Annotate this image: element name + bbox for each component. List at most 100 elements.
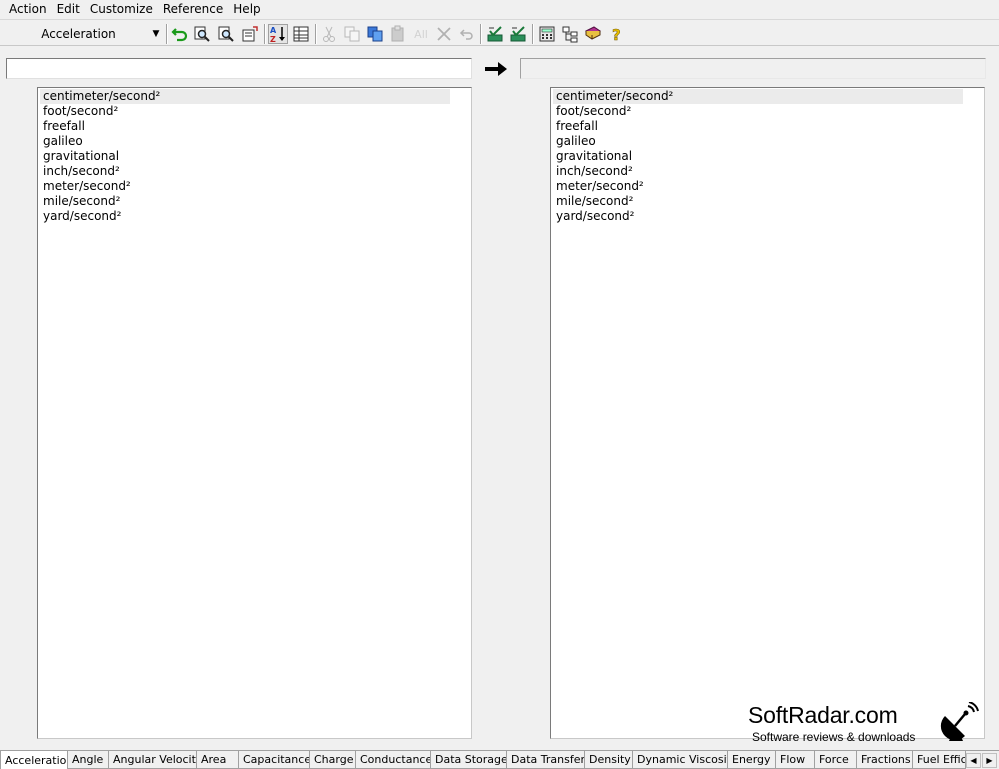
details-view-icon <box>293 26 309 42</box>
checklist-icon <box>487 26 503 42</box>
toolbar-separator <box>166 24 168 44</box>
tab-fuel-efficiency[interactable]: Fuel Effic <box>913 751 966 769</box>
details-view-button[interactable] <box>291 24 311 44</box>
list-item[interactable]: yard/second² <box>40 209 450 224</box>
from-unit-list[interactable]: centimeter/second² foot/second² freefall… <box>37 87 472 739</box>
tab-dynamic-viscosity[interactable]: Dynamic Viscosity <box>633 751 728 769</box>
tab-density[interactable]: Density <box>585 751 633 769</box>
toolbar-separator <box>480 24 482 44</box>
list-item[interactable]: yard/second² <box>553 209 963 224</box>
list-item[interactable]: galileo <box>553 134 963 149</box>
cut-button[interactable] <box>319 24 339 44</box>
help-button[interactable]: ? <box>606 24 626 44</box>
tree-button[interactable] <box>560 24 580 44</box>
paste-special-icon <box>367 26 383 42</box>
delete-button[interactable] <box>434 24 454 44</box>
paste-button[interactable] <box>388 24 408 44</box>
select-all-button[interactable]: All <box>411 24 431 44</box>
tab-charge[interactable]: Charge <box>310 751 356 769</box>
calculator-icon <box>539 26 555 42</box>
paste-icon <box>391 25 404 42</box>
toolbar-separator <box>315 24 317 44</box>
tab-angle[interactable]: Angle <box>68 751 109 769</box>
svg-text:A: A <box>270 26 277 35</box>
list-item[interactable]: meter/second² <box>40 179 450 194</box>
list-item[interactable]: freefall <box>553 119 963 134</box>
cut-icon <box>323 26 335 42</box>
menu-edit[interactable]: Edit <box>52 1 85 17</box>
toolbar-separator <box>532 24 534 44</box>
convert-button[interactable] <box>482 58 510 80</box>
find-button[interactable] <box>192 24 212 44</box>
list-item[interactable]: foot/second² <box>40 104 450 119</box>
menu-reference[interactable]: Reference <box>158 1 228 17</box>
tab-fractions[interactable]: Fractions <box>857 751 913 769</box>
right-arrow-icon <box>485 62 507 76</box>
from-value-input[interactable] <box>6 58 472 79</box>
tab-angular-velocity[interactable]: Angular Velocity <box>109 751 197 769</box>
list-item[interactable]: inch/second² <box>553 164 963 179</box>
satellite-dish-icon <box>940 702 979 741</box>
list-item[interactable]: mile/second² <box>553 194 963 209</box>
select-all-icon: All <box>414 27 428 41</box>
tab-data-transfer[interactable]: Data Transfer <box>507 751 585 769</box>
tabs: Acceleration Angle Angular Velocity Area… <box>0 751 966 769</box>
watermark-subtitle: Software reviews & downloads <box>752 730 916 744</box>
menu-action[interactable]: Action <box>0 1 52 17</box>
list-item[interactable]: mile/second² <box>40 194 450 209</box>
chevron-right-icon: ▶ <box>986 756 993 765</box>
to-unit-list[interactable]: centimeter/second² foot/second² freefall… <box>550 87 985 739</box>
undo-button[interactable] <box>170 24 190 44</box>
chevron-left-icon: ◀ <box>970 756 977 765</box>
tab-area[interactable]: Area <box>197 751 239 769</box>
delete-icon <box>437 27 451 41</box>
list-item[interactable]: freefall <box>40 119 450 134</box>
copy-button[interactable] <box>342 24 362 44</box>
book-button[interactable] <box>583 24 603 44</box>
list-item[interactable]: centimeter/second² <box>40 89 450 104</box>
list-item[interactable]: centimeter/second² <box>553 89 963 104</box>
list-item[interactable]: gravitational <box>553 149 963 164</box>
checklist-alt-button[interactable] <box>508 24 528 44</box>
find-next-icon <box>218 26 234 42</box>
tab-energy[interactable]: Energy <box>728 751 776 769</box>
category-select-value: Acceleration <box>41 26 116 41</box>
undo-icon <box>171 28 188 42</box>
menubar: Action Edit Customize Reference Help <box>0 0 999 18</box>
category-tabstrip: Acceleration Angle Angular Velocity Area… <box>0 750 999 769</box>
menu-help[interactable]: Help <box>228 1 265 17</box>
properties-button[interactable] <box>240 24 260 44</box>
tab-force[interactable]: Force <box>815 751 857 769</box>
list-item[interactable]: gravitational <box>40 149 450 164</box>
calculator-button[interactable] <box>537 24 557 44</box>
toolbar-separator <box>264 24 266 44</box>
to-value-output <box>520 58 986 79</box>
tab-scroll-right-button[interactable]: ▶ <box>982 753 997 768</box>
menu-customize[interactable]: Customize <box>85 1 158 17</box>
properties-icon <box>242 26 258 42</box>
list-item[interactable]: meter/second² <box>553 179 963 194</box>
copy-icon <box>344 26 360 42</box>
paste-special-button[interactable] <box>365 24 385 44</box>
list-item[interactable]: foot/second² <box>553 104 963 119</box>
tab-flow[interactable]: Flow <box>776 751 815 769</box>
find-icon <box>194 26 210 42</box>
tree-icon <box>562 26 578 43</box>
undo-disabled-button[interactable] <box>457 24 477 44</box>
sort-button[interactable]: AZ <box>268 24 288 44</box>
svg-text:Z: Z <box>270 35 276 43</box>
tab-capacitance[interactable]: Capacitance <box>239 751 310 769</box>
book-icon <box>585 26 601 40</box>
list-item[interactable]: galileo <box>40 134 450 149</box>
toolbar: Acceleration ▼ AZ All ? <box>0 19 999 46</box>
tab-acceleration[interactable]: Acceleration <box>0 751 68 769</box>
watermark: SoftRadar.com Software reviews & downloa… <box>748 702 988 746</box>
category-select[interactable]: Acceleration ▼ <box>6 23 163 44</box>
list-item[interactable]: inch/second² <box>40 164 450 179</box>
tab-data-storage[interactable]: Data Storage <box>431 751 507 769</box>
find-next-button[interactable] <box>216 24 236 44</box>
checklist-button[interactable] <box>485 24 505 44</box>
tab-scroll-left-button[interactable]: ◀ <box>966 753 981 768</box>
undo-disabled-icon <box>459 29 473 40</box>
tab-conductance[interactable]: Conductance <box>356 751 431 769</box>
